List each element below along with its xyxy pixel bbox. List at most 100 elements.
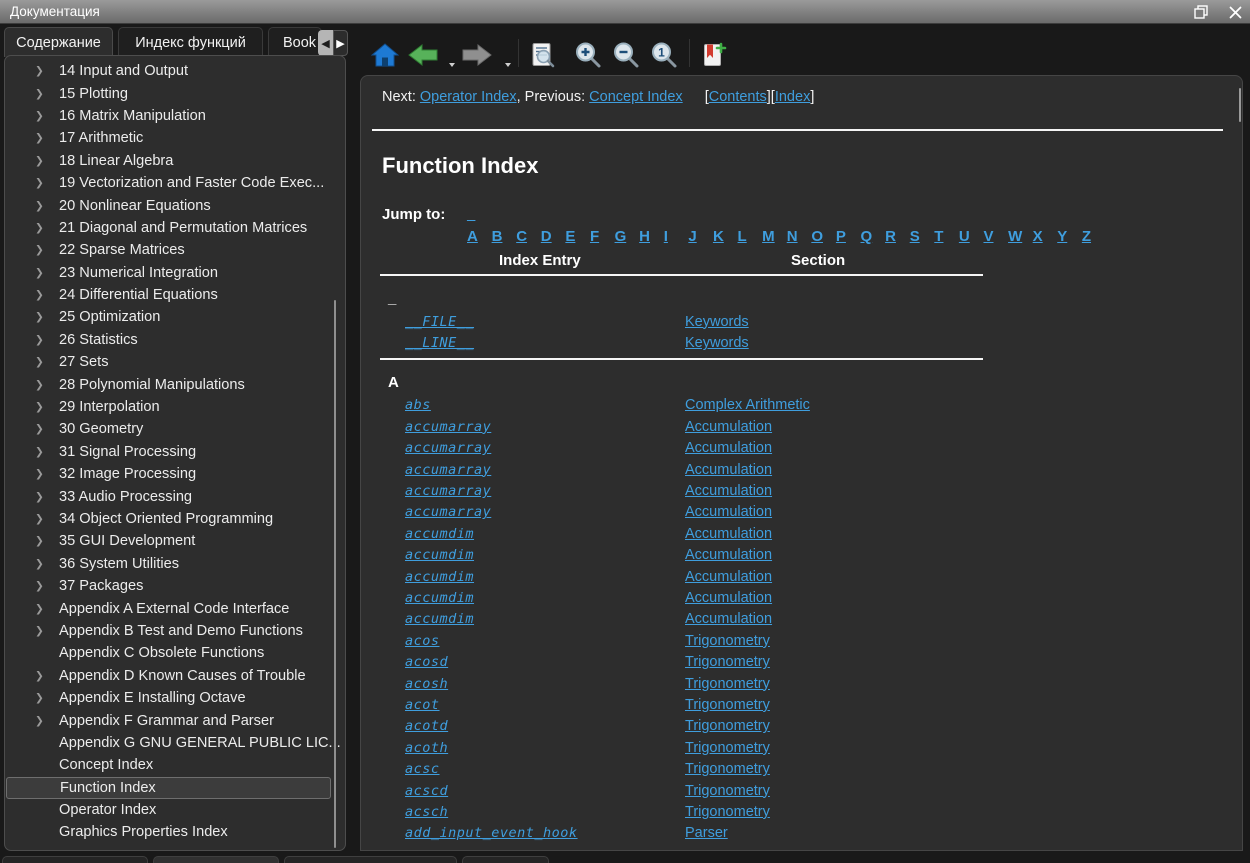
tab-function-index[interactable]: Индекс функций xyxy=(118,27,263,57)
sidebar-scrollbar[interactable] xyxy=(334,300,336,848)
section-link[interactable]: Trigonometry xyxy=(685,654,770,670)
jump-letter-link[interactable]: B xyxy=(492,228,503,245)
jump-letter-link[interactable]: D xyxy=(541,228,552,245)
jump-letter-link[interactable]: Y xyxy=(1057,228,1067,245)
sidebar-item[interactable]: ❯22 Sparse Matrices xyxy=(5,239,345,261)
title-bar[interactable]: Документация xyxy=(0,0,1250,24)
sidebar-item[interactable]: ❯30 Geometry xyxy=(5,418,345,440)
function-link[interactable]: abs xyxy=(405,397,431,413)
chevron-right-icon[interactable]: ❯ xyxy=(35,670,59,682)
section-link[interactable]: Trigonometry xyxy=(685,740,770,756)
section-link[interactable]: Accumulation xyxy=(685,590,772,606)
jump-letter-link[interactable]: O xyxy=(811,228,823,245)
section-link[interactable]: Trigonometry xyxy=(685,783,770,799)
section-link[interactable]: Keywords xyxy=(685,314,749,330)
sidebar-item[interactable]: ❯Appendix B Test and Demo Functions xyxy=(5,620,345,642)
content-scrollbar[interactable] xyxy=(1239,88,1241,122)
sidebar-item[interactable]: ❯Appendix A External Code Interface xyxy=(5,597,345,619)
chevron-right-icon[interactable]: ❯ xyxy=(35,267,59,279)
section-link[interactable]: Accumulation xyxy=(685,504,772,520)
sidebar-item[interactable]: ❯27 Sets xyxy=(5,351,345,373)
hidden-panel-button-partial[interactable] xyxy=(153,856,279,863)
function-link[interactable]: acoth xyxy=(405,740,448,756)
jump-letter-link[interactable]: U xyxy=(959,228,970,245)
forward-button[interactable] xyxy=(461,41,493,69)
jump-letter-link[interactable]: H xyxy=(639,228,650,245)
section-link[interactable]: Accumulation xyxy=(685,483,772,499)
chevron-right-icon[interactable]: ❯ xyxy=(35,110,59,122)
chevron-right-icon[interactable]: ❯ xyxy=(35,88,59,100)
function-link[interactable]: acot xyxy=(405,697,440,713)
sidebar-item[interactable]: ❯16 Matrix Manipulation xyxy=(5,105,345,127)
next-page-link[interactable]: Operator Index xyxy=(420,89,517,105)
sidebar-item[interactable]: ❯25 Optimization xyxy=(5,306,345,328)
sidebar-item[interactable]: Appendix G GNU GENERAL PUBLIC LIC... xyxy=(5,732,345,754)
back-history-dropdown-icon[interactable] xyxy=(449,63,455,67)
jump-letter-link[interactable]: R xyxy=(885,228,896,245)
function-link[interactable]: accumarray xyxy=(405,483,491,499)
function-link[interactable]: acscd xyxy=(405,783,448,799)
chevron-right-icon[interactable]: ❯ xyxy=(35,446,59,458)
chevron-right-icon[interactable]: ❯ xyxy=(35,200,59,212)
jump-letter-link[interactable]: N xyxy=(787,228,798,245)
sidebar-item[interactable]: ❯23 Numerical Integration xyxy=(5,262,345,284)
chevron-right-icon[interactable]: ❯ xyxy=(35,401,59,413)
sidebar-item[interactable]: ❯17 Arithmetic xyxy=(5,127,345,149)
section-link[interactable]: Accumulation xyxy=(685,419,772,435)
chevron-right-icon[interactable]: ❯ xyxy=(35,513,59,525)
close-window-button[interactable] xyxy=(1226,3,1244,21)
section-link[interactable]: Parser xyxy=(685,825,728,841)
sidebar-item[interactable]: ❯Appendix E Installing Octave xyxy=(5,687,345,709)
zoom-in-button[interactable] xyxy=(574,41,602,69)
chevron-right-icon[interactable]: ❯ xyxy=(35,535,59,547)
sidebar-item[interactable]: ❯15 Plotting xyxy=(5,82,345,104)
sidebar-item[interactable]: ❯21 Diagonal and Permutation Matrices xyxy=(5,217,345,239)
sidebar-item[interactable]: ❯24 Differential Equations xyxy=(5,284,345,306)
hidden-panel-button-partial[interactable] xyxy=(2,856,148,863)
sidebar-item[interactable]: ❯36 System Utilities xyxy=(5,553,345,575)
sidebar-item[interactable]: Graphics Properties Index xyxy=(5,821,345,843)
chevron-right-icon[interactable]: ❯ xyxy=(35,558,59,570)
sidebar-item[interactable]: ❯33 Audio Processing xyxy=(5,485,345,507)
back-button[interactable] xyxy=(407,41,439,69)
function-link[interactable]: accumarray xyxy=(405,419,491,435)
sidebar-item[interactable]: ❯14 Input and Output xyxy=(5,60,345,82)
search-in-page-button[interactable] xyxy=(528,41,556,69)
chevron-right-icon[interactable]: ❯ xyxy=(35,132,59,144)
sidebar-item[interactable]: Concept Index xyxy=(5,754,345,776)
chevron-right-icon[interactable]: ❯ xyxy=(35,491,59,503)
chevron-right-icon[interactable]: ❯ xyxy=(35,65,59,77)
function-link[interactable]: acsch xyxy=(405,804,448,820)
chevron-right-icon[interactable]: ❯ xyxy=(35,715,59,727)
section-link[interactable]: Accumulation xyxy=(685,440,772,456)
function-link[interactable]: accumdim xyxy=(405,526,474,542)
section-link[interactable]: Accumulation xyxy=(685,547,772,563)
function-link[interactable]: accumdim xyxy=(405,590,474,606)
previous-page-link[interactable]: Concept Index xyxy=(589,89,683,105)
forward-history-dropdown-icon[interactable] xyxy=(505,63,511,67)
jump-letter-link[interactable]: C xyxy=(516,228,527,245)
home-button[interactable] xyxy=(371,41,399,69)
restore-window-button[interactable] xyxy=(1192,3,1210,21)
jump-letter-link[interactable]: A xyxy=(467,228,478,245)
section-link[interactable]: Accumulation xyxy=(685,526,772,542)
index-link[interactable]: Index xyxy=(775,89,810,105)
function-link[interactable]: __FILE__ xyxy=(405,314,474,330)
section-link[interactable]: Complex Arithmetic xyxy=(685,397,810,413)
function-link[interactable]: accumdim xyxy=(405,611,474,627)
section-link[interactable]: Trigonometry xyxy=(685,718,770,734)
function-link[interactable]: accumarray xyxy=(405,462,491,478)
chevron-right-icon[interactable]: ❯ xyxy=(35,468,59,480)
jump-letter-link[interactable]: K xyxy=(713,228,724,245)
chevron-right-icon[interactable]: ❯ xyxy=(35,155,59,167)
chevron-right-icon[interactable]: ❯ xyxy=(35,244,59,256)
zoom-out-button[interactable] xyxy=(612,41,640,69)
jump-underscore-link[interactable]: _ xyxy=(467,206,475,223)
sidebar-item[interactable]: Operator Index xyxy=(5,799,345,821)
jump-letter-link[interactable]: W xyxy=(1008,228,1022,245)
tab-scroll-right-button[interactable]: ▶ xyxy=(333,30,348,56)
jump-letter-link[interactable]: Z xyxy=(1082,228,1091,245)
tab-book[interactable]: Book xyxy=(268,27,322,57)
sidebar-item[interactable]: ❯32 Image Processing xyxy=(5,463,345,485)
jump-letter-link[interactable]: E xyxy=(565,228,575,245)
